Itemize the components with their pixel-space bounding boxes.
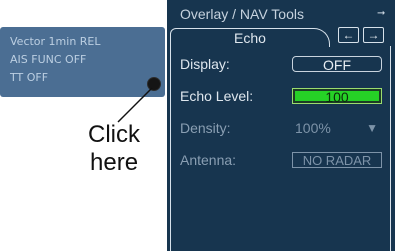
status-line-ais: AIS FUNC OFF [10,53,87,66]
status-dot-icon[interactable] [147,77,161,91]
status-line-vector: Vector 1min REL [10,35,101,48]
callout-line-1: Click [88,121,140,148]
echo-settings-content [170,46,391,251]
status-line-tt: TT OFF [10,71,49,84]
panel-title: Overlay / NAV Tools [180,6,304,22]
tab-echo[interactable]: Echo [170,28,330,47]
echo-level-label: Echo Level: [180,88,254,104]
right-arrow-icon[interactable]: ➞ [377,8,385,19]
echo-level-value: 100 [325,89,349,105]
click-here-callout: Click here [88,121,168,177]
echo-level-slider[interactable]: 100 [292,88,382,105]
tab-echo-label: Echo [234,30,266,46]
triangle-down-icon: ▼ [366,121,378,135]
density-label: Density: [180,120,231,136]
density-value: 100% [295,120,331,136]
display-toggle-button[interactable]: OFF [292,56,382,73]
next-page-button[interactable]: → [363,27,384,43]
density-select: 100% ▼ [292,120,382,136]
right-arrow-icon: → [367,28,380,42]
left-arrow-icon: ← [342,28,355,42]
overlay-nav-tools-panel: Overlay / NAV Tools ➞ Echo ← → Display: … [167,0,395,251]
antenna-field: NO RADAR [292,152,382,168]
display-label: Display: [180,56,230,72]
status-card[interactable]: Vector 1min REL AIS FUNC OFF TT OFF [0,27,165,97]
callout-line-2: here [90,149,139,176]
prev-page-button[interactable]: ← [338,27,359,43]
antenna-label: Antenna: [180,152,237,168]
